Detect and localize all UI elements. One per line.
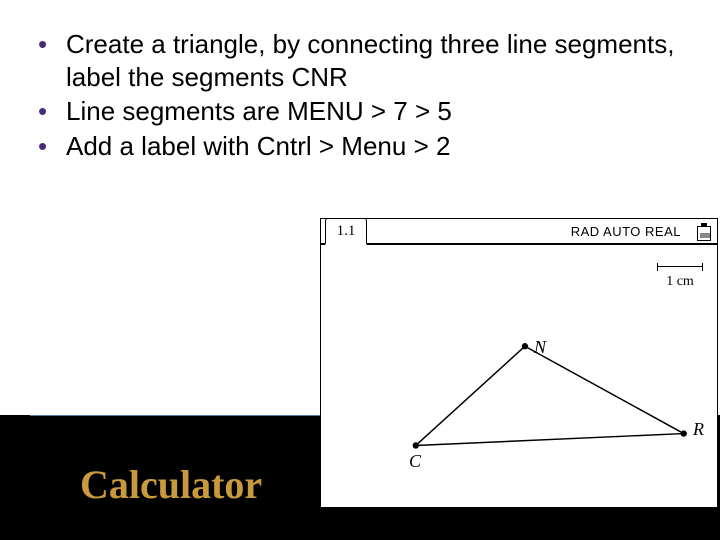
footer-title: Calculator bbox=[80, 461, 262, 508]
bullet-item: Line segments are MENU > 7 > 5 bbox=[30, 95, 690, 128]
calculator-screenshot: 1.1 RAD AUTO REAL 1 cm N C R bbox=[320, 218, 718, 508]
bullet-item: Add a label with Cntrl > Menu > 2 bbox=[30, 130, 690, 163]
bullet-list: Create a triangle, by connecting three l… bbox=[30, 28, 690, 162]
calculator-canvas: 1 cm N C R bbox=[321, 247, 717, 507]
battery-icon bbox=[697, 223, 711, 241]
vertex-label-c: C bbox=[409, 451, 421, 472]
slide-content: Create a triangle, by connecting three l… bbox=[0, 0, 720, 162]
calculator-tab: 1.1 bbox=[325, 218, 367, 245]
calculator-topbar: 1.1 RAD AUTO REAL bbox=[321, 219, 717, 245]
bullet-item: Create a triangle, by connecting three l… bbox=[30, 28, 690, 93]
vertex-label-r: R bbox=[693, 419, 704, 440]
vertex-label-n: N bbox=[534, 337, 546, 358]
triangle-figure bbox=[321, 247, 717, 507]
calculator-status: RAD AUTO REAL bbox=[571, 224, 681, 239]
